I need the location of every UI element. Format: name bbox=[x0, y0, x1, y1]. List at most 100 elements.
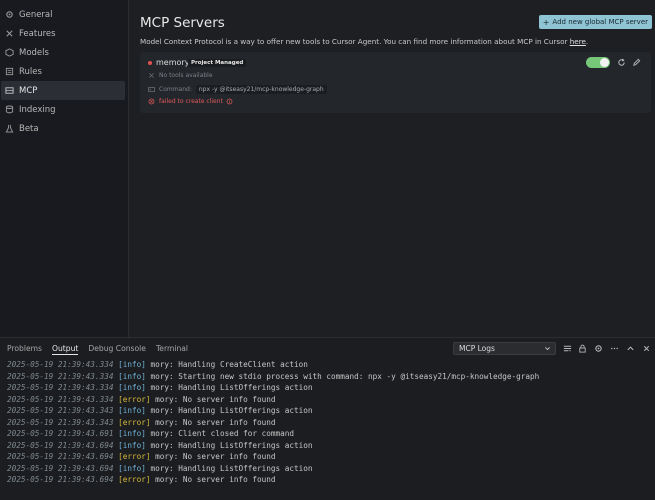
mcp-settings-page: MCP Servers + Add new global MCP server … bbox=[129, 0, 655, 337]
log-message: mory: Starting new stdio process with co… bbox=[150, 371, 540, 381]
log-timestamp: 2025-05-19 21:39:43.334 bbox=[7, 371, 114, 381]
log-level: [error] bbox=[118, 452, 151, 461]
log-timestamp: 2025-05-19 21:39:43.343 bbox=[7, 406, 114, 415]
error-circle-icon bbox=[148, 98, 155, 105]
refresh-icon[interactable] bbox=[617, 58, 626, 67]
sidebar-item-indexing[interactable]: Indexing bbox=[1, 100, 125, 119]
page-description: Model Context Protocol is a way to offer… bbox=[140, 37, 588, 46]
chevron-down-icon bbox=[545, 347, 550, 351]
channel-selected-value: MCP Logs bbox=[459, 344, 495, 353]
project-managed-badge: Project Managed bbox=[188, 59, 247, 67]
no-tools-row: No tools available bbox=[148, 72, 213, 79]
tools-icon bbox=[6, 30, 13, 37]
sidebar-item-label: Indexing bbox=[19, 104, 56, 115]
log-output: 2025-05-19 21:39:43.334 [info] mory: Han… bbox=[7, 359, 539, 486]
add-button-label: Add new global MCP server bbox=[552, 18, 648, 26]
more-actions-icon[interactable] bbox=[610, 344, 619, 353]
database-icon bbox=[5, 105, 14, 114]
command-row: Command: npx -y @itseasy21/mcp-knowledge… bbox=[148, 85, 327, 94]
sidebar-item-models[interactable]: Models bbox=[1, 43, 125, 62]
log-timestamp: 2025-05-19 21:39:43.334 bbox=[7, 394, 114, 404]
terminal-icon bbox=[148, 87, 155, 92]
log-message: mory: Handling ListOfferings action bbox=[150, 383, 313, 392]
command-label: Command: bbox=[159, 86, 192, 93]
log-line: 2025-05-19 21:39:43.694 [info] mory: Han… bbox=[7, 440, 539, 452]
log-line: 2025-05-19 21:39:43.694 [info] mory: Han… bbox=[7, 463, 539, 475]
info-circle-icon[interactable] bbox=[226, 98, 233, 105]
log-message: mory: Handling ListOfferings action bbox=[150, 440, 313, 450]
tab-problems[interactable]: Problems bbox=[7, 344, 42, 355]
log-line: 2025-05-19 21:39:43.334 [info] mory: Han… bbox=[7, 359, 539, 371]
log-level: [error] bbox=[118, 394, 151, 404]
plus-icon: + bbox=[542, 17, 550, 27]
log-message: mory: Handling ListOfferings action bbox=[150, 463, 313, 473]
log-level: [info] bbox=[118, 360, 146, 369]
tools-off-icon bbox=[149, 73, 154, 78]
log-timestamp: 2025-05-19 21:39:43.334 bbox=[7, 383, 114, 392]
log-message: mory: Client closed for command bbox=[150, 429, 294, 438]
edit-pencil-icon[interactable] bbox=[632, 58, 641, 67]
log-timestamp: 2025-05-19 21:39:43.694 bbox=[7, 463, 114, 473]
error-text: failed to create client bbox=[159, 98, 223, 105]
output-channel-select[interactable]: MCP Logs bbox=[453, 342, 556, 355]
log-level: [info] bbox=[118, 406, 146, 415]
log-message: mory: No server info found bbox=[155, 452, 276, 461]
gear-icon[interactable] bbox=[594, 344, 603, 353]
log-level: [error] bbox=[118, 417, 151, 427]
toggle-knob bbox=[600, 58, 609, 67]
log-message: mory: No server info found bbox=[155, 394, 276, 404]
log-timestamp: 2025-05-19 21:39:43.691 bbox=[7, 429, 114, 438]
filter-lines-icon[interactable] bbox=[563, 344, 572, 353]
tab-terminal[interactable]: Terminal bbox=[156, 344, 188, 355]
log-timestamp: 2025-05-19 21:39:43.694 bbox=[7, 475, 114, 484]
gear-icon bbox=[6, 11, 13, 18]
sidebar-item-rules[interactable]: Rules bbox=[1, 62, 125, 81]
log-message: mory: Handling CreateClient action bbox=[150, 360, 308, 369]
tab-debug-console[interactable]: Debug Console bbox=[88, 344, 146, 355]
sidebar-item-label: Beta bbox=[19, 123, 39, 134]
settings-sidebar: General Features Models Rules MCP Indexi… bbox=[0, 0, 129, 337]
log-level: [info] bbox=[118, 383, 146, 392]
log-level: [info] bbox=[118, 429, 146, 438]
description-end: . bbox=[585, 37, 589, 46]
output-panel: Problems Output Debug Console Terminal M… bbox=[0, 338, 655, 500]
sidebar-item-label: Rules bbox=[19, 66, 42, 77]
add-global-mcp-server-button[interactable]: + Add new global MCP server bbox=[538, 15, 652, 29]
server-status-dot bbox=[148, 61, 152, 65]
log-line: 2025-05-19 21:39:43.694 [error] mory: No… bbox=[7, 474, 539, 486]
log-line: 2025-05-19 21:39:43.694 [error] mory: No… bbox=[7, 451, 539, 463]
log-line: 2025-05-19 21:39:43.334 [error] mory: No… bbox=[7, 394, 539, 406]
settings-window: General Features Models Rules MCP Indexi… bbox=[0, 0, 655, 337]
server-name: memory bbox=[156, 58, 190, 67]
log-timestamp: 2025-05-19 21:39:43.334 bbox=[7, 360, 114, 369]
close-icon[interactable] bbox=[642, 344, 651, 353]
sidebar-item-beta[interactable]: Beta bbox=[1, 119, 125, 138]
more-info-link[interactable]: here bbox=[570, 37, 586, 46]
log-message: mory: No server info found bbox=[155, 417, 276, 427]
cube-icon bbox=[5, 48, 14, 57]
chevron-up-icon[interactable] bbox=[626, 344, 635, 353]
log-timestamp: 2025-05-19 21:39:43.694 bbox=[7, 440, 114, 450]
log-line: 2025-05-19 21:39:43.334 [info] mory: Han… bbox=[7, 382, 539, 394]
mcp-server-card: memory Project Managed No tools availabl… bbox=[140, 52, 651, 113]
server-enable-toggle[interactable] bbox=[586, 57, 610, 68]
lock-icon[interactable] bbox=[578, 344, 587, 353]
sidebar-item-mcp[interactable]: MCP bbox=[1, 81, 125, 100]
log-timestamp: 2025-05-19 21:39:43.343 bbox=[7, 417, 114, 427]
log-level: [info] bbox=[118, 440, 146, 450]
log-timestamp: 2025-05-19 21:39:43.694 bbox=[7, 452, 114, 461]
sidebar-item-general[interactable]: General bbox=[1, 5, 125, 24]
log-line: 2025-05-19 21:39:43.691 [info] mory: Cli… bbox=[7, 428, 539, 440]
sidebar-item-label: Features bbox=[19, 28, 56, 39]
tab-output[interactable]: Output bbox=[52, 344, 79, 355]
no-tools-text: No tools available bbox=[159, 72, 213, 79]
sidebar-item-label: MCP bbox=[19, 85, 38, 96]
sidebar-item-features[interactable]: Features bbox=[1, 24, 125, 43]
log-line: 2025-05-19 21:39:43.334 [info] mory: Sta… bbox=[7, 371, 539, 383]
log-level: [info] bbox=[118, 463, 146, 473]
log-line: 2025-05-19 21:39:43.343 [error] mory: No… bbox=[7, 417, 539, 429]
log-message: mory: No server info found bbox=[155, 475, 276, 484]
error-row: failed to create client bbox=[148, 98, 237, 105]
panel-tabs: Problems Output Debug Console Terminal bbox=[7, 344, 198, 355]
server-icon bbox=[5, 87, 14, 94]
